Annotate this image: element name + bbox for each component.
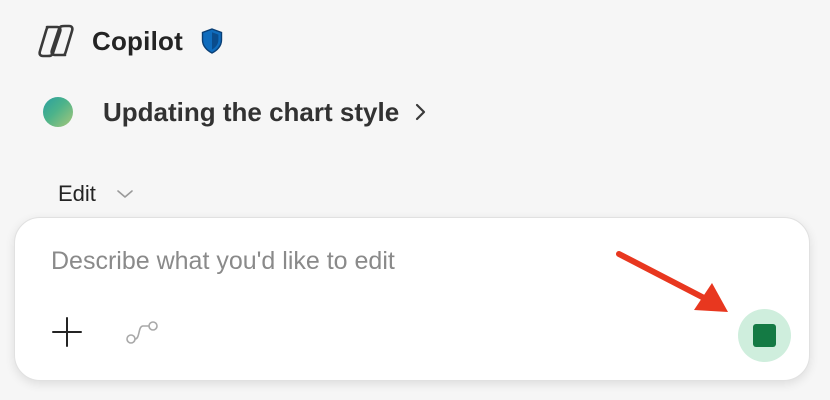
shield-icon [201, 28, 225, 54]
chevron-down-icon[interactable] [116, 187, 134, 201]
conversation-title[interactable]: Updating the chart style [103, 97, 399, 128]
connector-icon [126, 321, 158, 344]
connector-button[interactable] [125, 318, 159, 348]
add-button[interactable] [51, 316, 83, 348]
gradient-orb-icon [43, 97, 73, 127]
mode-label[interactable]: Edit [58, 181, 96, 207]
chevron-right-icon[interactable] [415, 102, 431, 122]
plus-icon [52, 317, 82, 347]
stop-button[interactable] [738, 309, 791, 362]
copilot-logo-icon [36, 22, 76, 60]
app-header: Copilot [36, 22, 225, 60]
conversation-title-row[interactable]: Updating the chart style [43, 94, 431, 130]
mode-dropdown[interactable]: Edit [58, 178, 134, 210]
red-arrow-icon [616, 251, 728, 312]
app-title: Copilot [92, 25, 183, 56]
stop-icon [753, 324, 776, 347]
